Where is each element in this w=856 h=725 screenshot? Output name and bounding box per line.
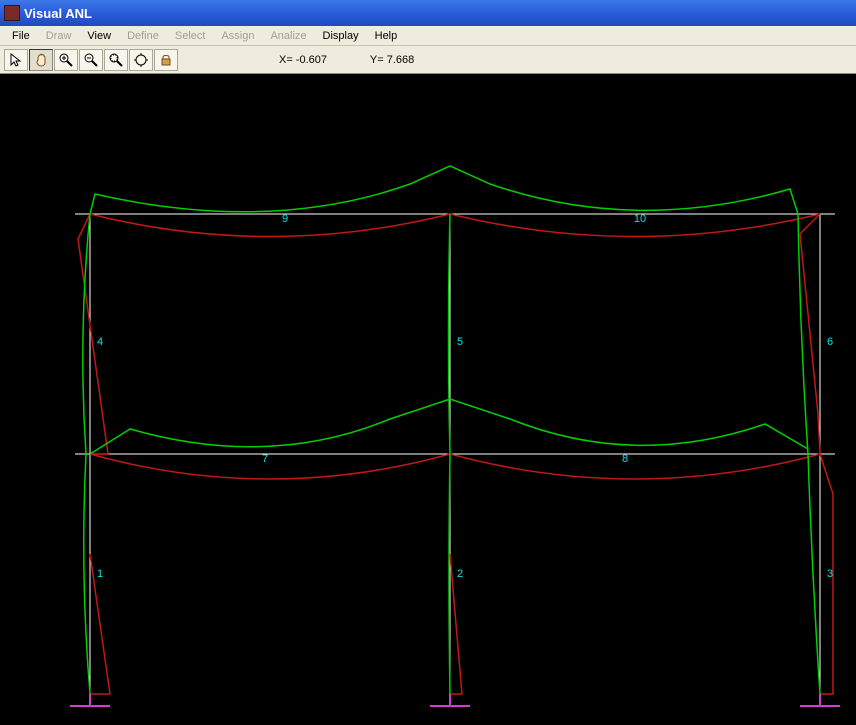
zoom-window-tool[interactable] xyxy=(104,49,128,71)
menu-draw: Draw xyxy=(38,28,80,44)
viewport[interactable]: 1 2 3 4 5 6 7 8 9 10 xyxy=(0,74,856,725)
model-canvas xyxy=(0,74,856,725)
menu-analize: Analize xyxy=(262,28,314,44)
pointer-tool[interactable] xyxy=(4,49,28,71)
zoom-in-icon xyxy=(58,52,74,68)
toolbar: X= -0.607 Y= 7.668 xyxy=(0,46,856,74)
menu-file[interactable]: File xyxy=(4,28,38,44)
member-label-2: 2 xyxy=(457,568,463,580)
pan-icon xyxy=(33,52,49,68)
pan-tool[interactable] xyxy=(29,49,53,71)
zoom-window-icon xyxy=(108,52,124,68)
menu-select: Select xyxy=(167,28,214,44)
member-label-3: 3 xyxy=(827,568,833,580)
member-label-10: 10 xyxy=(634,213,646,225)
titlebar: Visual ANL xyxy=(0,0,856,26)
member-label-4: 4 xyxy=(97,336,103,348)
menu-define: Define xyxy=(119,28,167,44)
menu-view[interactable]: View xyxy=(79,28,119,44)
lock-tool[interactable] xyxy=(154,49,178,71)
zoom-out-icon xyxy=(83,52,99,68)
y-coord: Y= 7.668 xyxy=(370,54,414,66)
member-label-7: 7 xyxy=(262,453,268,465)
pointer-icon xyxy=(8,52,24,68)
menu-display[interactable]: Display xyxy=(315,28,367,44)
member-label-5: 5 xyxy=(457,336,463,348)
window-title: Visual ANL xyxy=(24,6,92,21)
member-label-6: 6 xyxy=(827,336,833,348)
lock-icon xyxy=(158,52,174,68)
menu-help[interactable]: Help xyxy=(367,28,406,44)
member-label-1: 1 xyxy=(97,568,103,580)
menu-assign: Assign xyxy=(213,28,262,44)
zoom-in-tool[interactable] xyxy=(54,49,78,71)
member-label-9: 9 xyxy=(282,213,288,225)
coordinate-readout: X= -0.607 Y= 7.668 xyxy=(279,54,454,66)
zoom-out-tool[interactable] xyxy=(79,49,103,71)
x-coord: X= -0.607 xyxy=(279,54,327,66)
app-icon xyxy=(4,5,20,21)
zoom-extents-tool[interactable] xyxy=(129,49,153,71)
member-label-8: 8 xyxy=(622,453,628,465)
menubar: File Draw View Define Select Assign Anal… xyxy=(0,26,856,46)
zoom-extents-icon xyxy=(133,52,149,68)
